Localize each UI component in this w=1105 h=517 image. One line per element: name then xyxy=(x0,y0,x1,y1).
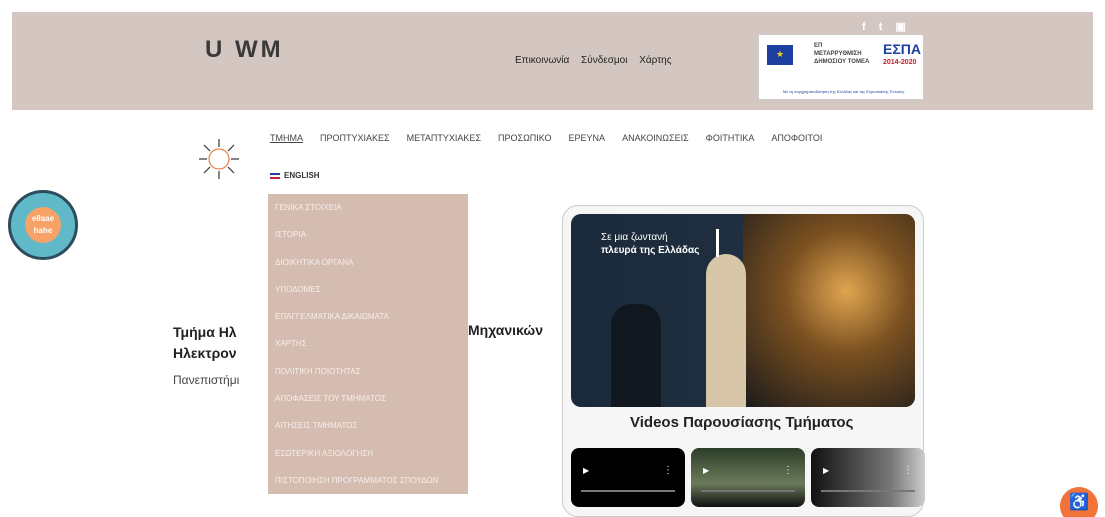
menu-item-general[interactable]: ΓΕΝΙΚΑ ΣΤΟΙΧΕΙΑ xyxy=(268,194,468,221)
link-map[interactable]: Χάρτης xyxy=(639,55,671,66)
badge-logo: eθaae hahe xyxy=(25,207,61,243)
video-progress-track[interactable] xyxy=(701,490,795,492)
site-logo[interactable]: U WM xyxy=(205,36,284,64)
espa-footnote: Με τη συγχρηματοδότηση της Ελλάδας και τ… xyxy=(783,89,905,94)
link-contact[interactable]: Επικοινωνία xyxy=(515,55,569,66)
menu-item-map[interactable]: ΧΑΡΤΗΣ xyxy=(268,330,468,357)
menu-item-program-certification[interactable]: ΠΙΣΤΟΠΟΙΗΣΗ ΠΡΟΓΡΑΜΜΑΤΟΣ ΣΠΟΥΔΩΝ xyxy=(268,467,468,494)
video-progress-track[interactable] xyxy=(581,490,675,492)
top-links: Επικοινωνία Σύνδεσμοι Χάρτης xyxy=(515,55,681,66)
nav-item-research[interactable]: ΕΡΕΥΝΑ xyxy=(569,133,606,143)
menu-item-history[interactable]: ΙΣΤΟΡΙΑ xyxy=(268,221,468,248)
menu-item-administration[interactable]: ΔΙΟΙΚΗΤΙΚΑ ΟΡΓΑΝΑ xyxy=(268,249,468,276)
espa-logo: ΕΣΠΑ xyxy=(883,41,921,57)
play-icon[interactable]: ▶ xyxy=(823,466,829,475)
nav-item-undergraduate[interactable]: ΠΡΟΠΤΥΧΙΑΚΕΣ xyxy=(320,133,390,143)
nav-item-students[interactable]: ΦΟΙΤΗΤΙΚΑ xyxy=(706,133,755,143)
videos-title: Videos Παρουσίασης Τμήματος xyxy=(630,414,854,431)
espa-years: 2014-2020 xyxy=(883,59,917,66)
page-heading: Τμήμα Ηλ Ηλεκτρον xyxy=(173,324,237,361)
language-english[interactable]: ENGLISH xyxy=(270,171,320,180)
english-label: ENGLISH xyxy=(284,171,320,180)
twitter-icon[interactable]: t xyxy=(879,21,883,33)
logo-text: U WM xyxy=(205,36,284,63)
page: U WM f t ▣ Επικοινωνία Σύνδεσμοι Χάρτης … xyxy=(0,0,1105,517)
menu-item-applications[interactable]: ΑΙΤΗΣΕΙΣ ΤΜΗΜΑΤΟΣ xyxy=(268,412,468,439)
uk-flag-icon xyxy=(270,172,280,179)
link-links[interactable]: Σύνδεσμοι xyxy=(581,55,627,66)
video-thumbnail[interactable]: ▶ ⋮ xyxy=(571,448,685,507)
menu-item-infrastructure[interactable]: ΥΠΟΔΟΜΕΣ xyxy=(268,276,468,303)
eu-flag-icon xyxy=(767,45,793,65)
facebook-icon[interactable]: f xyxy=(862,21,866,33)
more-options-icon[interactable]: ⋮ xyxy=(783,465,793,476)
page-heading-right: Μηχανικών xyxy=(468,322,544,338)
nav-item-alumni[interactable]: ΑΠΟΦΟΙΤΟΙ xyxy=(771,133,822,143)
accessibility-icon[interactable]: ♿ xyxy=(1060,487,1098,517)
video-progress-track[interactable] xyxy=(821,490,915,492)
nav-item-staff[interactable]: ΠΡΟΣΩΠΙΚΟ xyxy=(498,133,552,143)
hero-caption: Σε μια ζωντανή πλευρά της Ελλάδας xyxy=(601,232,700,256)
youtube-icon[interactable]: ▣ xyxy=(895,21,905,33)
espa-program: ΕΠ ΜΕΤΑΡΡΥΘΜΙΣΗ ΔΗΜΟΣΙΟΥ ΤΟΜΕΑ xyxy=(814,43,870,65)
nav-item-announcements[interactable]: ΑΝΑΚΟΙΝΩΣΕΙΣ xyxy=(622,133,689,143)
menu-item-professional-rights[interactable]: ΕΠΑΓΓΕΛΜΑΤΙΚΑ ΔΙΚΑΙΩΜΑΤΑ xyxy=(268,303,468,330)
social-links: f t ▣ xyxy=(862,20,916,33)
main-nav: ΤΜΗΜΑ ΠΡΟΠΤΥΧΙΑΚΕΣ ΜΕΤΑΠΤΥΧΙΑΚΕΣ ΠΡΟΣΩΠΙ… xyxy=(270,133,822,143)
nav-item-postgraduate[interactable]: ΜΕΤΑΠΤΥΧΙΑΚΕΣ xyxy=(407,133,481,143)
university-name: Πανεπιστήμι xyxy=(173,373,240,387)
play-icon[interactable]: ▶ xyxy=(583,466,589,475)
play-icon[interactable]: ▶ xyxy=(703,466,709,475)
video-thumbnail[interactable]: ▶ ⋮ xyxy=(811,448,925,507)
menu-item-quality-policy[interactable]: ΠΟΛΙΤΙΚΗ ΠΟΙΟΤΗΤΑΣ xyxy=(268,358,468,385)
video-thumbnail[interactable]: ▶ ⋮ xyxy=(691,448,805,507)
certification-badge[interactable]: eθaae hahe xyxy=(8,190,78,260)
more-options-icon[interactable]: ⋮ xyxy=(903,465,913,476)
department-logo-icon[interactable] xyxy=(195,137,243,181)
espa-banner[interactable]: ΕΠ ΜΕΤΑΡΡΥΘΜΙΣΗ ΔΗΜΟΣΙΟΥ ΤΟΜΕΑ ΕΣΠΑ 2014… xyxy=(758,34,924,100)
hero-video[interactable]: Σε μια ζωντανή πλευρά της Ελλάδας xyxy=(571,214,915,407)
nav-item-department[interactable]: ΤΜΗΜΑ xyxy=(270,133,303,143)
department-dropdown-menu: ΓΕΝΙΚΑ ΣΤΟΙΧΕΙΑ ΙΣΤΟΡΙΑ ΔΙΟΙΚΗΤΙΚΑ ΟΡΓΑΝ… xyxy=(268,194,468,494)
more-options-icon[interactable]: ⋮ xyxy=(663,465,673,476)
menu-item-decisions[interactable]: ΑΠΟΦΑΣΕΙΣ ΤΟΥ ΤΜΗΜΑΤΟΣ xyxy=(268,385,468,412)
menu-item-internal-evaluation[interactable]: ΕΣΩΤΕΡΙΚΗ ΑΞΙΟΛΟΓΗΣΗ xyxy=(268,440,468,467)
